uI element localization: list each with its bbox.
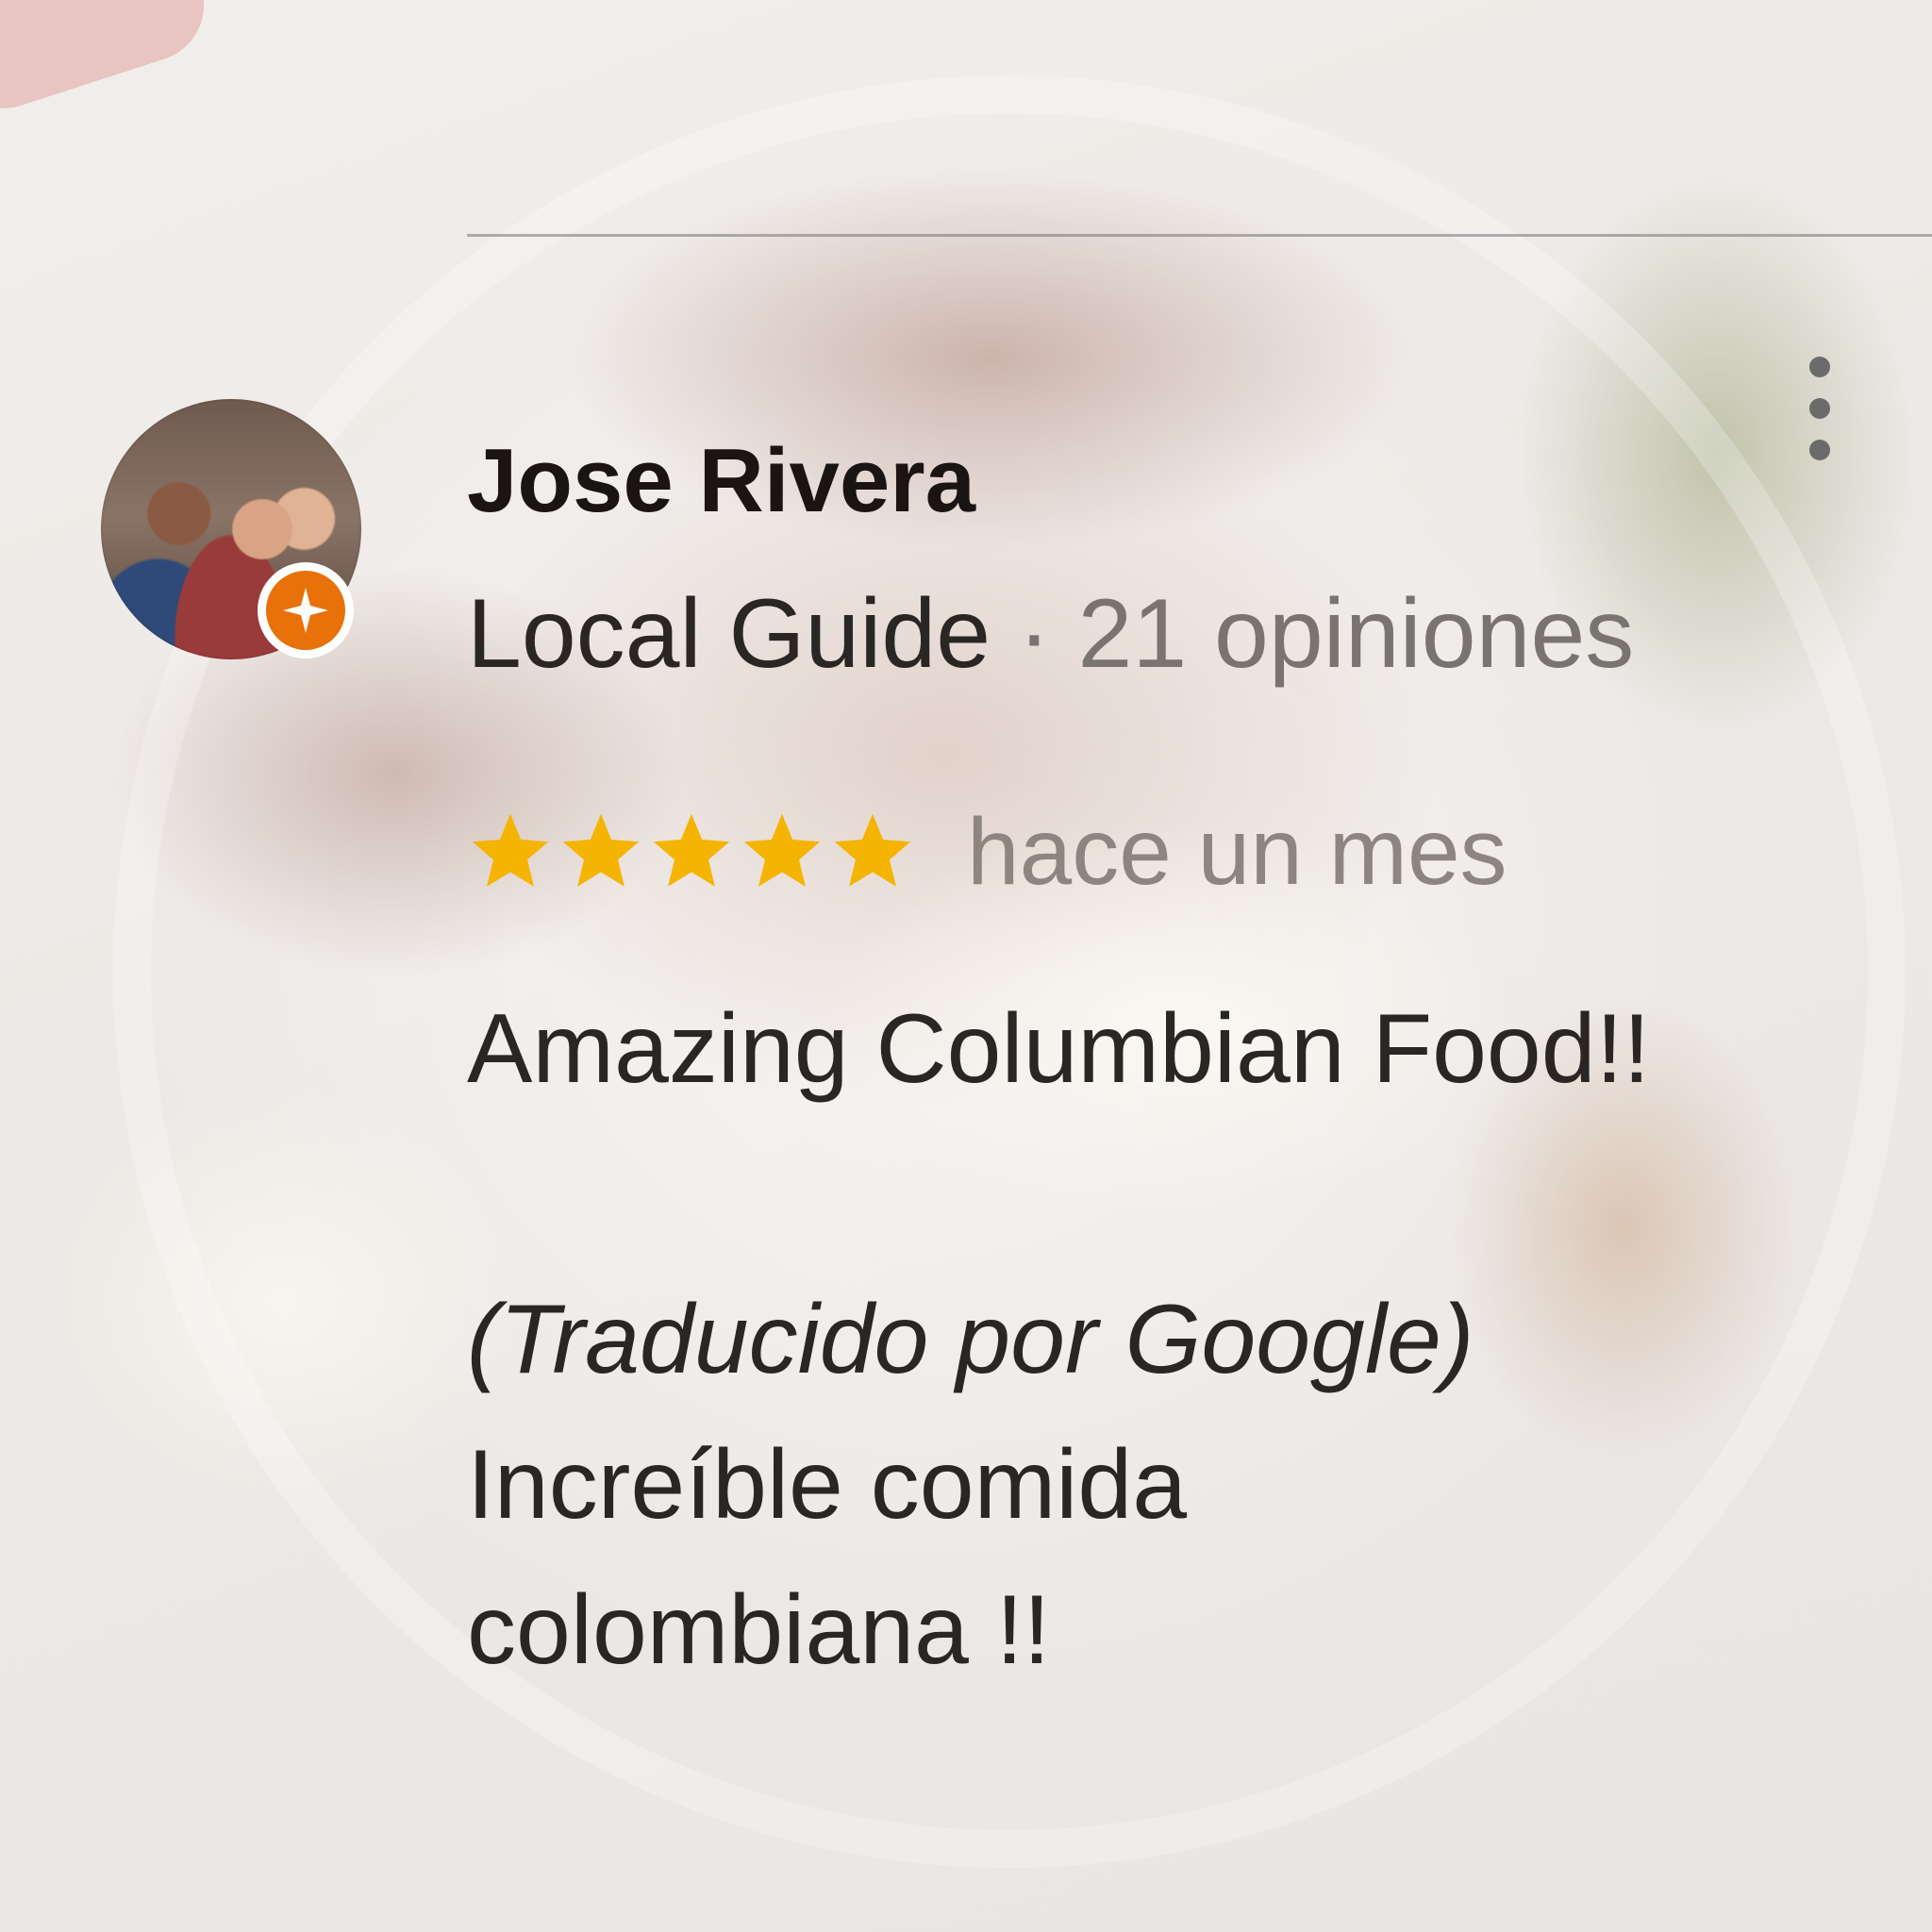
star-icon bbox=[562, 813, 640, 887]
author-meta: Local Guide · 21 opiniones bbox=[467, 585, 1634, 683]
local-guide-badge-icon bbox=[258, 562, 354, 658]
rating-row: hace un mes bbox=[467, 800, 1507, 904]
translation-notice: (Traducido por Google) bbox=[467, 1285, 1474, 1394]
star-rating bbox=[467, 808, 920, 895]
review-screen: Jose Rivera Local Guide · 21 opiniones h… bbox=[0, 0, 1932, 1932]
review-time-ago: hace un mes bbox=[967, 799, 1507, 905]
star-icon bbox=[743, 813, 821, 887]
star-icon bbox=[653, 813, 730, 887]
more-vert-icon-dot bbox=[1809, 357, 1830, 377]
author-review-count: 21 opiniones bbox=[1077, 579, 1635, 689]
author-name[interactable]: Jose Rivera bbox=[467, 436, 975, 526]
review-text: Amazing Columbian Food!! (Traducido por … bbox=[467, 976, 1882, 1703]
star-icon bbox=[472, 813, 549, 887]
author-level: Local Guide bbox=[467, 579, 991, 689]
more-options-button[interactable] bbox=[1796, 357, 1843, 460]
section-divider bbox=[467, 234, 1932, 237]
star-icon bbox=[834, 813, 911, 887]
review-original-text: Amazing Columbian Food!! bbox=[467, 994, 1651, 1104]
badge-star-icon bbox=[266, 571, 345, 650]
more-vert-icon-dot bbox=[1809, 398, 1830, 419]
meta-separator: · bbox=[1017, 579, 1078, 689]
more-vert-icon-dot bbox=[1809, 440, 1830, 460]
review-translated-line: Increíble comida bbox=[467, 1430, 1188, 1540]
review-translated-line: colombiana !! bbox=[467, 1575, 1051, 1685]
